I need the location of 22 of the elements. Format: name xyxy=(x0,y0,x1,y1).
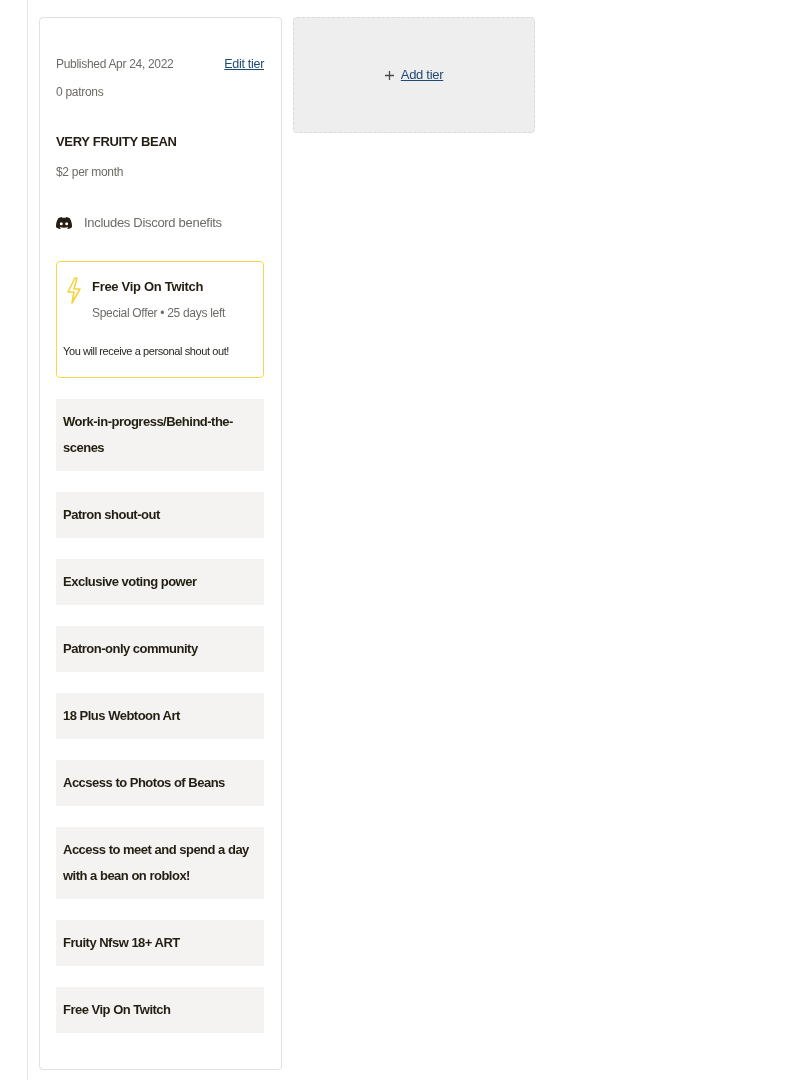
benefit-item: Patron-only community xyxy=(56,626,264,672)
patron-count: 0 patrons xyxy=(56,84,105,100)
benefit-item: Exclusive voting power xyxy=(56,559,264,605)
offer-description: You will receive a personal shout out! xyxy=(63,344,230,359)
lightning-bolt-icon xyxy=(66,277,82,304)
benefit-item: Access to meet and spend a day with a bean on roblox! xyxy=(56,827,264,899)
benefit-item: Fruity Nfsw 18+ ART xyxy=(56,920,264,966)
tier-price: $2 per month xyxy=(56,164,125,180)
published-date: Published Apr 24, 2022 xyxy=(56,56,174,72)
benefit-item: 18 Plus Webtoon Art xyxy=(56,693,264,739)
discord-icon xyxy=(56,217,72,229)
offer-title: Free Vip On Twitch xyxy=(92,278,205,296)
plus-icon xyxy=(384,70,394,80)
discord-benefits-label: Includes Discord benefits xyxy=(84,215,222,231)
tier-title: VERY FRUITY BEAN xyxy=(56,134,178,150)
benefit-item: Accsess to Photos of Beans xyxy=(56,760,264,806)
benefit-item: Free Vip On Twitch xyxy=(56,987,264,1033)
benefit-item: Patron shout-out xyxy=(56,492,264,538)
add-tier-link[interactable]: Add tier xyxy=(400,67,444,83)
edit-tier-link[interactable]: Edit tier xyxy=(224,56,264,72)
offer-meta: Special Offer • 25 days left xyxy=(92,305,225,321)
benefit-item: Work-in-progress/Behind-the-scenes xyxy=(56,399,264,471)
